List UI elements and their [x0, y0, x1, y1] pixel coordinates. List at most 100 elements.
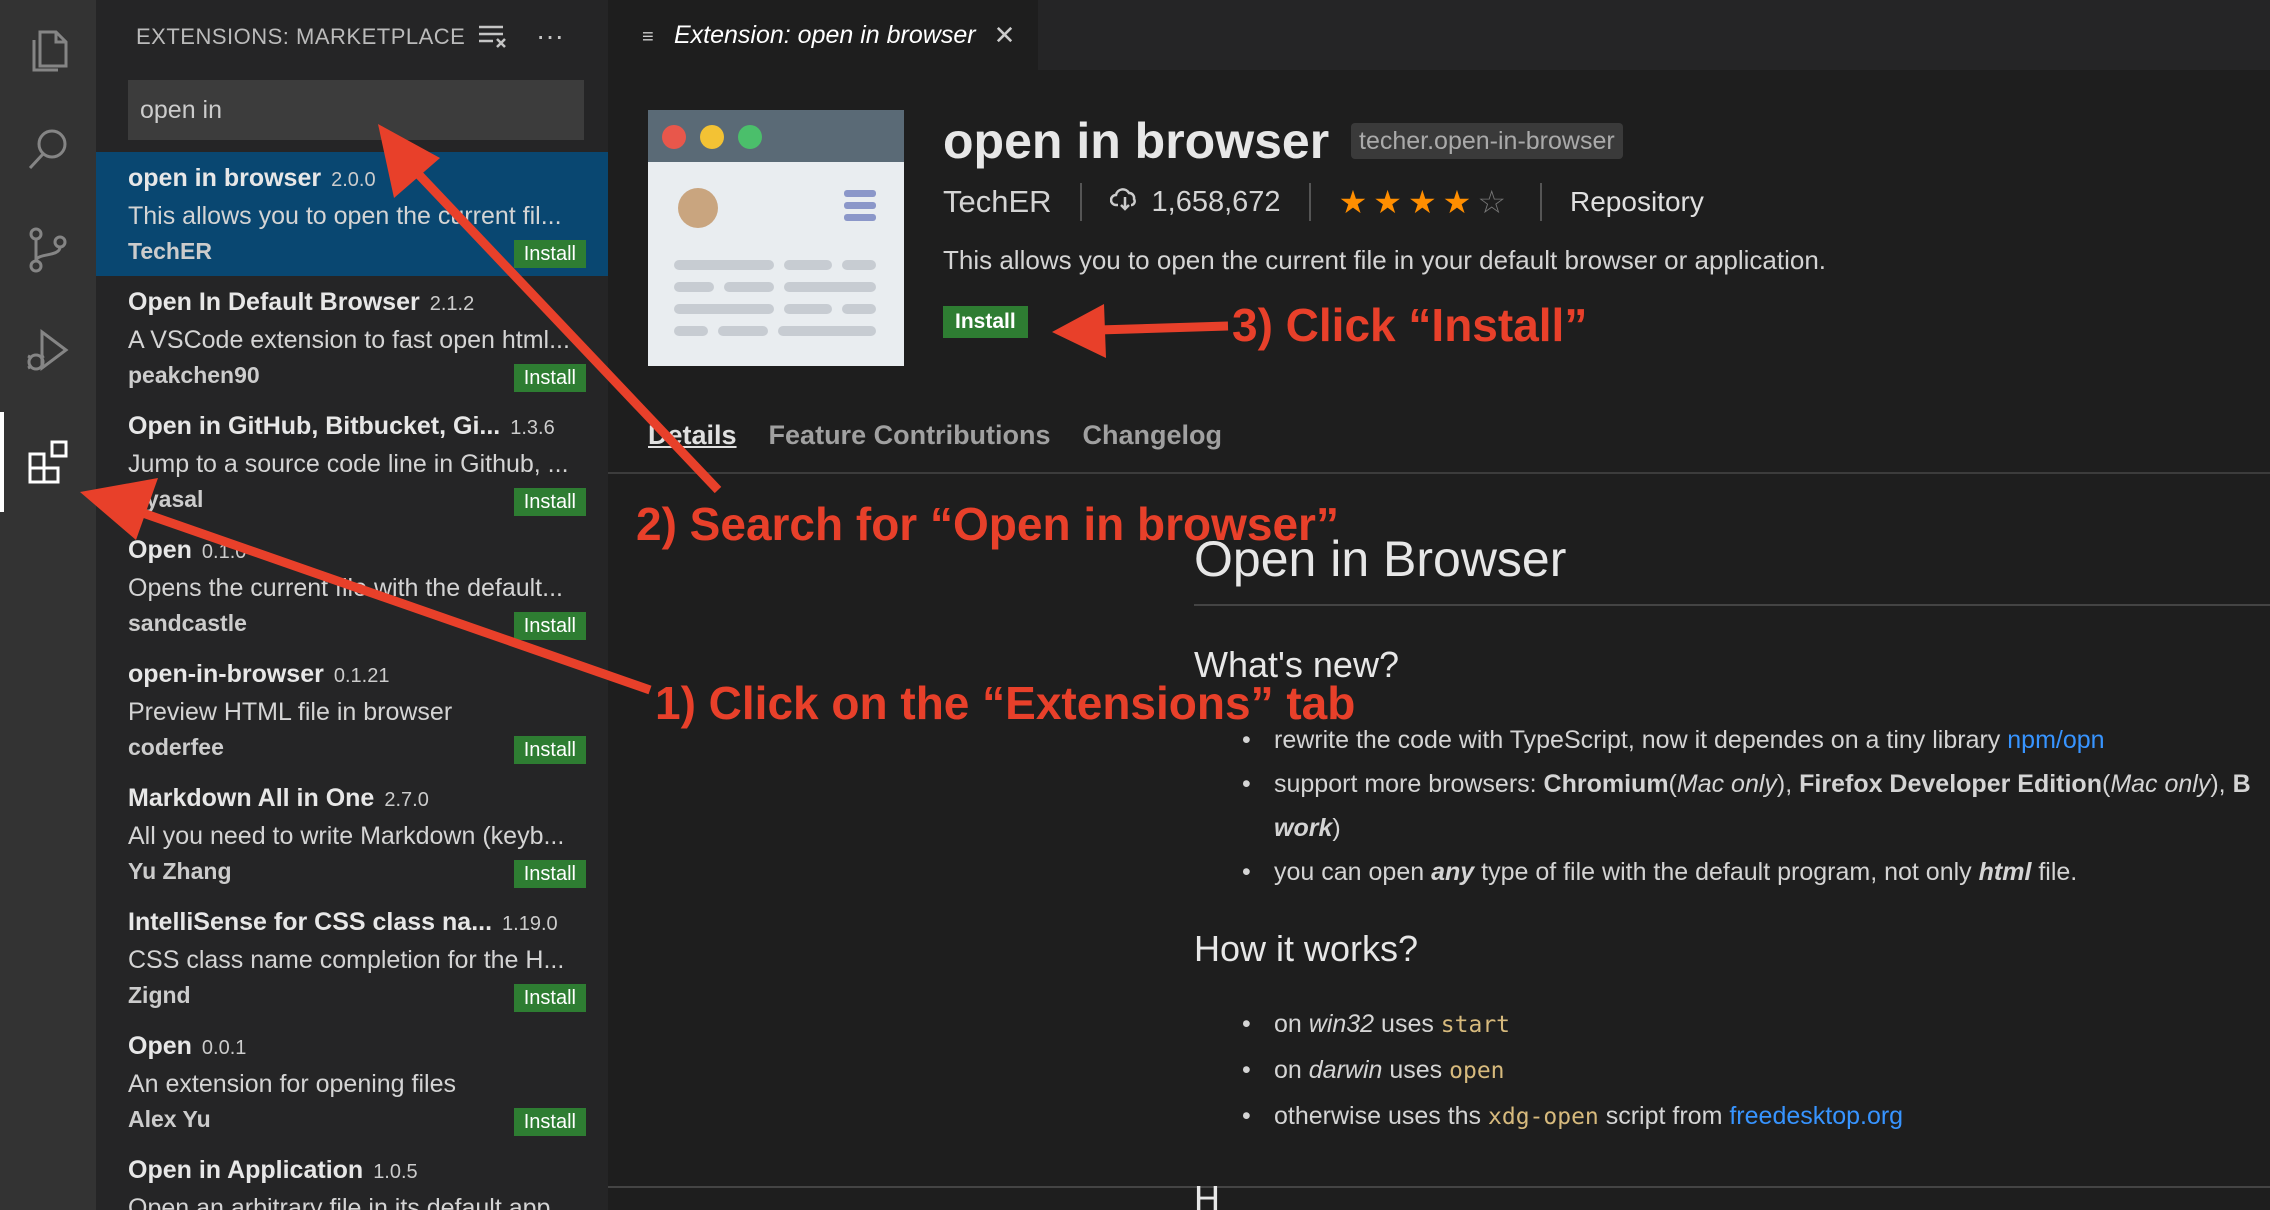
extension-list-item[interactable]: Markdown All in One 2.7.0 All you need to …	[96, 772, 608, 896]
list-text: uses	[1374, 1010, 1441, 1038]
list-text: darwin	[1308, 1056, 1383, 1084]
empty-star: ☆	[1477, 184, 1512, 220]
extension-list-item[interactable]: Open in Application 1.0.5 Open an arbitrar…	[96, 1144, 608, 1210]
install-button[interactable]: Install	[513, 984, 586, 1012]
install-button[interactable]: Install	[513, 364, 586, 392]
extension-publisher: ziyasal	[128, 486, 204, 512]
ellipsis-icon: ···	[536, 20, 564, 51]
extension-list-item[interactable]: Open in GitHub, Bitbucket, Gi... 1.3.6 Jum…	[96, 400, 608, 524]
extension-description: Jump to a source code line in Github, ..…	[128, 450, 569, 478]
rating-stars[interactable]: ★★★★☆	[1339, 183, 1512, 221]
list-text: win32	[1308, 1010, 1375, 1038]
list-item: support more browsers: Chromium(Mac only…	[1242, 770, 2251, 799]
extensions-search-input[interactable]	[128, 80, 584, 140]
extension-logo	[648, 110, 904, 366]
search-tab[interactable]	[0, 100, 96, 200]
install-button[interactable]: Install	[513, 488, 586, 516]
publisher-link[interactable]: TechER	[943, 184, 1052, 220]
more-actions-button[interactable]: ···	[532, 18, 568, 54]
clear-results-button[interactable]	[474, 18, 510, 54]
list-item: you can open any type of file with the d…	[1242, 858, 2077, 887]
extensions-icon	[28, 440, 68, 484]
extension-name: Open 0.0.1	[128, 1032, 246, 1061]
run-debug-icon	[27, 329, 69, 371]
extension-name: open in browser 2.0.0	[128, 164, 376, 193]
extension-list-item[interactable]: Open 0.1.0 Opens the current file with the…	[96, 524, 608, 648]
filled-stars: ★★★★	[1338, 184, 1478, 220]
extension-description: A VSCode extension to fast open html...	[128, 326, 570, 354]
list-text: ),	[2210, 770, 2233, 798]
editor-tab-label: Extension: open in browser	[674, 20, 976, 49]
extensions-sidebar: EXTENSIONS: MARKETPLACE ··· open in brow…	[96, 0, 608, 1210]
extension-list-item[interactable]: open in browser 2.0.0 This allows you to o…	[96, 152, 608, 276]
arrow-line	[1097, 321, 1229, 335]
extension-publisher: Alex Yu	[128, 1106, 211, 1132]
npm-opn-link[interactable]: npm/opn	[2007, 726, 2104, 754]
extension-list-item[interactable]: open-in-browser 0.1.21 Preview HTML file i…	[96, 648, 608, 772]
extension-publisher: peakchen90	[128, 362, 260, 388]
tab-details[interactable]: Details	[648, 420, 737, 451]
how-it-works-heading: How it works?	[1194, 928, 1419, 969]
run-debug-tab[interactable]	[0, 300, 96, 400]
list-text: otherwise uses ths	[1274, 1102, 1488, 1130]
extension-identifier-badge: techer.open-in-browser	[1351, 123, 1623, 159]
divider	[608, 1186, 2270, 1188]
install-button[interactable]: Install	[513, 736, 586, 764]
divider	[1540, 183, 1542, 221]
close-icon[interactable]: ✕	[994, 20, 1016, 51]
extension-list-item[interactable]: Open In Default Browser 2.1.2 A VSCode ext…	[96, 276, 608, 400]
extension-name-text: IntelliSense for CSS class na...	[128, 908, 493, 936]
preview-icon: ≡	[642, 26, 654, 48]
code-span: open	[1449, 1058, 1505, 1084]
annotation-step-3: 3) Click “Install”	[1232, 299, 1588, 351]
arrowhead	[1052, 304, 1106, 358]
files-icon	[32, 30, 68, 72]
freedesktop-link[interactable]: freedesktop.org	[1729, 1102, 1903, 1130]
install-button[interactable]: Install	[513, 860, 586, 888]
logo-dot	[662, 125, 686, 149]
source-control-tab[interactable]	[0, 200, 96, 300]
extension-description: An extension for opening files	[128, 1070, 456, 1098]
extension-meta-row: TechER 1,658,672 ★★★★☆ Repository	[943, 180, 1704, 224]
install-button[interactable]: Install	[943, 306, 1028, 338]
list-text: (	[1668, 770, 1677, 798]
extension-name: Markdown All in One 2.7.0	[128, 784, 429, 813]
list-text: Mac only	[1676, 770, 1777, 798]
extension-title: open in browser	[943, 113, 1330, 169]
extension-version: 0.0.1	[201, 1037, 247, 1059]
extension-version: 2.0.0	[331, 169, 376, 191]
extension-description: This allows you to open the current fil.…	[128, 202, 562, 230]
repository-link[interactable]: Repository	[1570, 186, 1704, 218]
tab-feature-contributions[interactable]: Feature Contributions	[769, 420, 1051, 451]
list-item: otherwise uses ths xdg-open script from …	[1242, 1102, 1903, 1131]
logo-line	[842, 260, 876, 270]
explorer-tab[interactable]	[0, 0, 96, 100]
extension-name: Open in GitHub, Bitbucket, Gi... 1.3.6	[128, 412, 555, 441]
list-item: rewrite the code with TypeScript, now it…	[1242, 726, 2105, 755]
divider	[1308, 183, 1311, 221]
logo-line	[842, 304, 876, 314]
tab-changelog[interactable]: Changelog	[1083, 420, 1223, 451]
logo-line	[674, 326, 708, 336]
list-item: on win32 uses start	[1242, 1010, 1510, 1039]
logo-line	[784, 260, 832, 270]
annotation-step-1: 1) Click on the “Extensions” tab	[655, 677, 1356, 729]
list-text: on	[1274, 1010, 1309, 1038]
editor-tab[interactable]: ≡ Extension: open in browser ✕	[608, 0, 1038, 70]
extension-list-item[interactable]: Open 0.0.1 An extension for opening files A…	[96, 1020, 608, 1144]
extension-publisher: Zignd	[128, 982, 191, 1008]
extension-version: 2.1.2	[429, 293, 475, 315]
install-button[interactable]: Install	[513, 240, 586, 268]
extensions-tab[interactable]	[0, 412, 96, 512]
install-button[interactable]: Install	[513, 612, 586, 640]
logo-menu-line	[844, 202, 876, 209]
list-text: you can open	[1274, 858, 1432, 886]
extension-name: IntelliSense for CSS class na... 1.19.0	[128, 908, 558, 937]
extension-name: Open 0.1.0	[128, 536, 246, 565]
install-button[interactable]: Install	[513, 1108, 586, 1136]
extension-publisher: coderfee	[128, 734, 224, 760]
extension-list-item[interactable]: IntelliSense for CSS class na... 1.19.0 CS…	[96, 896, 608, 1020]
extension-version: 1.19.0	[502, 913, 558, 935]
list-text: any	[1431, 858, 1475, 886]
logo-line	[674, 304, 774, 314]
